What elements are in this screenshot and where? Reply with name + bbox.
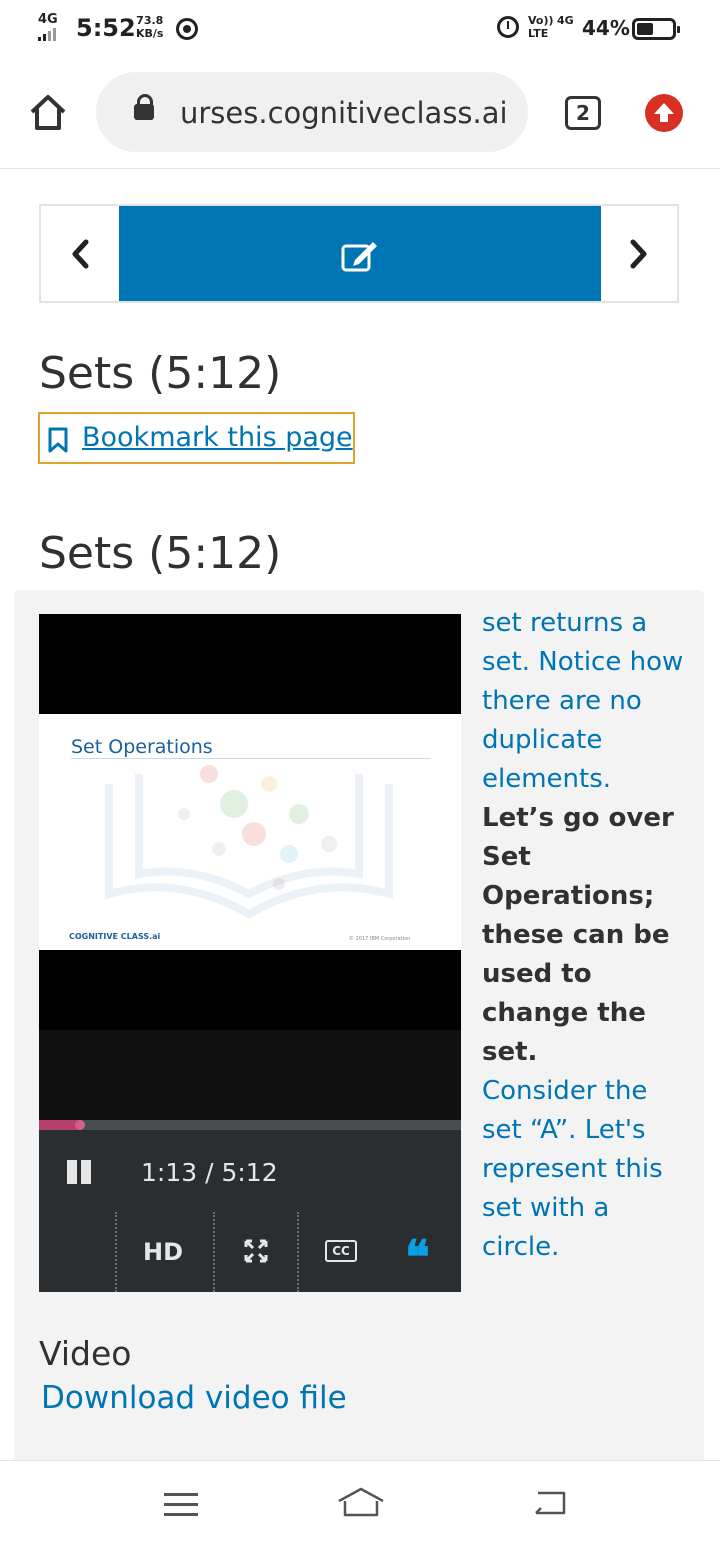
video-progress-fill xyxy=(39,1120,81,1130)
bookmark-icon xyxy=(48,427,68,453)
url-text: urses.cognitiveclass.ai xyxy=(180,96,508,130)
volte-bottom: LTE xyxy=(528,27,549,40)
next-unit-button[interactable] xyxy=(601,206,677,301)
system-home-button[interactable] xyxy=(336,1485,386,1519)
video-heading: Sets (5:12) xyxy=(39,528,282,579)
chrome-icon xyxy=(176,18,198,40)
update-button[interactable] xyxy=(645,94,683,132)
chevron-right-icon xyxy=(630,239,647,269)
slide-logo: COGNITIVE CLASS.ai xyxy=(69,932,161,941)
chevron-left-icon xyxy=(72,239,89,269)
network-type: 4G xyxy=(38,12,58,27)
pause-button[interactable] xyxy=(67,1160,95,1186)
volte-indicator: Vo)) LTE xyxy=(528,14,554,40)
clock: 5:52 xyxy=(76,14,136,42)
arrow-up-icon xyxy=(654,103,674,122)
lock-icon xyxy=(134,94,154,120)
address-bar[interactable]: urses.cognitiveclass.ai xyxy=(96,72,528,152)
edit-icon xyxy=(341,242,377,272)
system-nav-bar xyxy=(0,1460,720,1545)
home-button[interactable] xyxy=(26,90,70,134)
battery-icon xyxy=(632,18,680,40)
unit-title: Sets (5:12) xyxy=(39,348,282,399)
video-frame: Set Operations COGNITIVE CLASS.ai © 2017… xyxy=(39,714,461,950)
video-player[interactable]: Set Operations COGNITIVE CLASS.ai © 2017… xyxy=(39,614,461,1292)
transcript-line[interactable]: set returns a set. Notice how there are … xyxy=(482,604,692,799)
browser-toolbar: urses.cognitiveclass.ai 2 xyxy=(0,60,720,169)
control-divider xyxy=(297,1212,299,1292)
transcript-toggle-button[interactable]: ❝ xyxy=(405,1230,430,1284)
control-divider xyxy=(213,1212,215,1292)
hd-button[interactable]: HD xyxy=(143,1238,183,1266)
video-time: 1:13 / 5:12 xyxy=(141,1158,278,1187)
transcript-line[interactable]: Consider the set “A”. Let's represent th… xyxy=(482,1072,692,1267)
bookmark-label: Bookmark this page xyxy=(82,422,353,453)
transcript: set returns a set. Notice how there are … xyxy=(482,604,692,1267)
previous-unit-button[interactable] xyxy=(41,206,119,301)
closed-captions-button[interactable]: CC xyxy=(325,1240,357,1262)
home-icon xyxy=(338,1487,384,1517)
video-progress-bar[interactable] xyxy=(39,1120,461,1130)
slide-title: Set Operations xyxy=(71,736,213,758)
fullscreen-button[interactable] xyxy=(243,1238,269,1264)
slide-copyright: © 2017 IBM Corporation xyxy=(349,936,411,942)
alarm-icon xyxy=(497,16,519,38)
speed-unit: KB/s xyxy=(136,27,164,40)
sequence-nav xyxy=(39,204,679,303)
downloads-heading: Video xyxy=(39,1334,132,1373)
recent-apps-button[interactable] xyxy=(164,1491,198,1517)
transcript-line-current[interactable]: Let’s go over Set Operations; these can … xyxy=(482,799,692,1072)
network-speed: 73.8 KB/s xyxy=(136,14,163,40)
status-bar: 4G 5:52 73.8 KB/s Vo)) LTE 4G 44% xyxy=(0,0,720,60)
battery-percent: 44% xyxy=(582,16,630,40)
speed-value: 73.8 xyxy=(136,14,164,27)
network-type-2: 4G xyxy=(557,14,574,27)
video-letterbox xyxy=(39,1030,461,1120)
current-unit-tab[interactable] xyxy=(119,206,601,301)
home-icon xyxy=(30,95,66,130)
signal-icon xyxy=(38,28,56,41)
tab-switcher-button[interactable]: 2 xyxy=(565,96,601,130)
fullscreen-icon xyxy=(244,1239,268,1263)
video-controls: 1:13 / 5:12 HD CC ❝ xyxy=(39,1120,461,1292)
control-divider xyxy=(115,1212,117,1292)
back-icon xyxy=(535,1491,566,1515)
volte-top: Vo)) xyxy=(528,14,554,27)
video-progress-handle[interactable] xyxy=(75,1120,86,1130)
download-video-link[interactable]: Download video file xyxy=(41,1380,347,1416)
back-button[interactable] xyxy=(532,1487,568,1517)
bookmark-button[interactable]: Bookmark this page xyxy=(38,412,355,464)
slide-divider xyxy=(71,758,431,759)
